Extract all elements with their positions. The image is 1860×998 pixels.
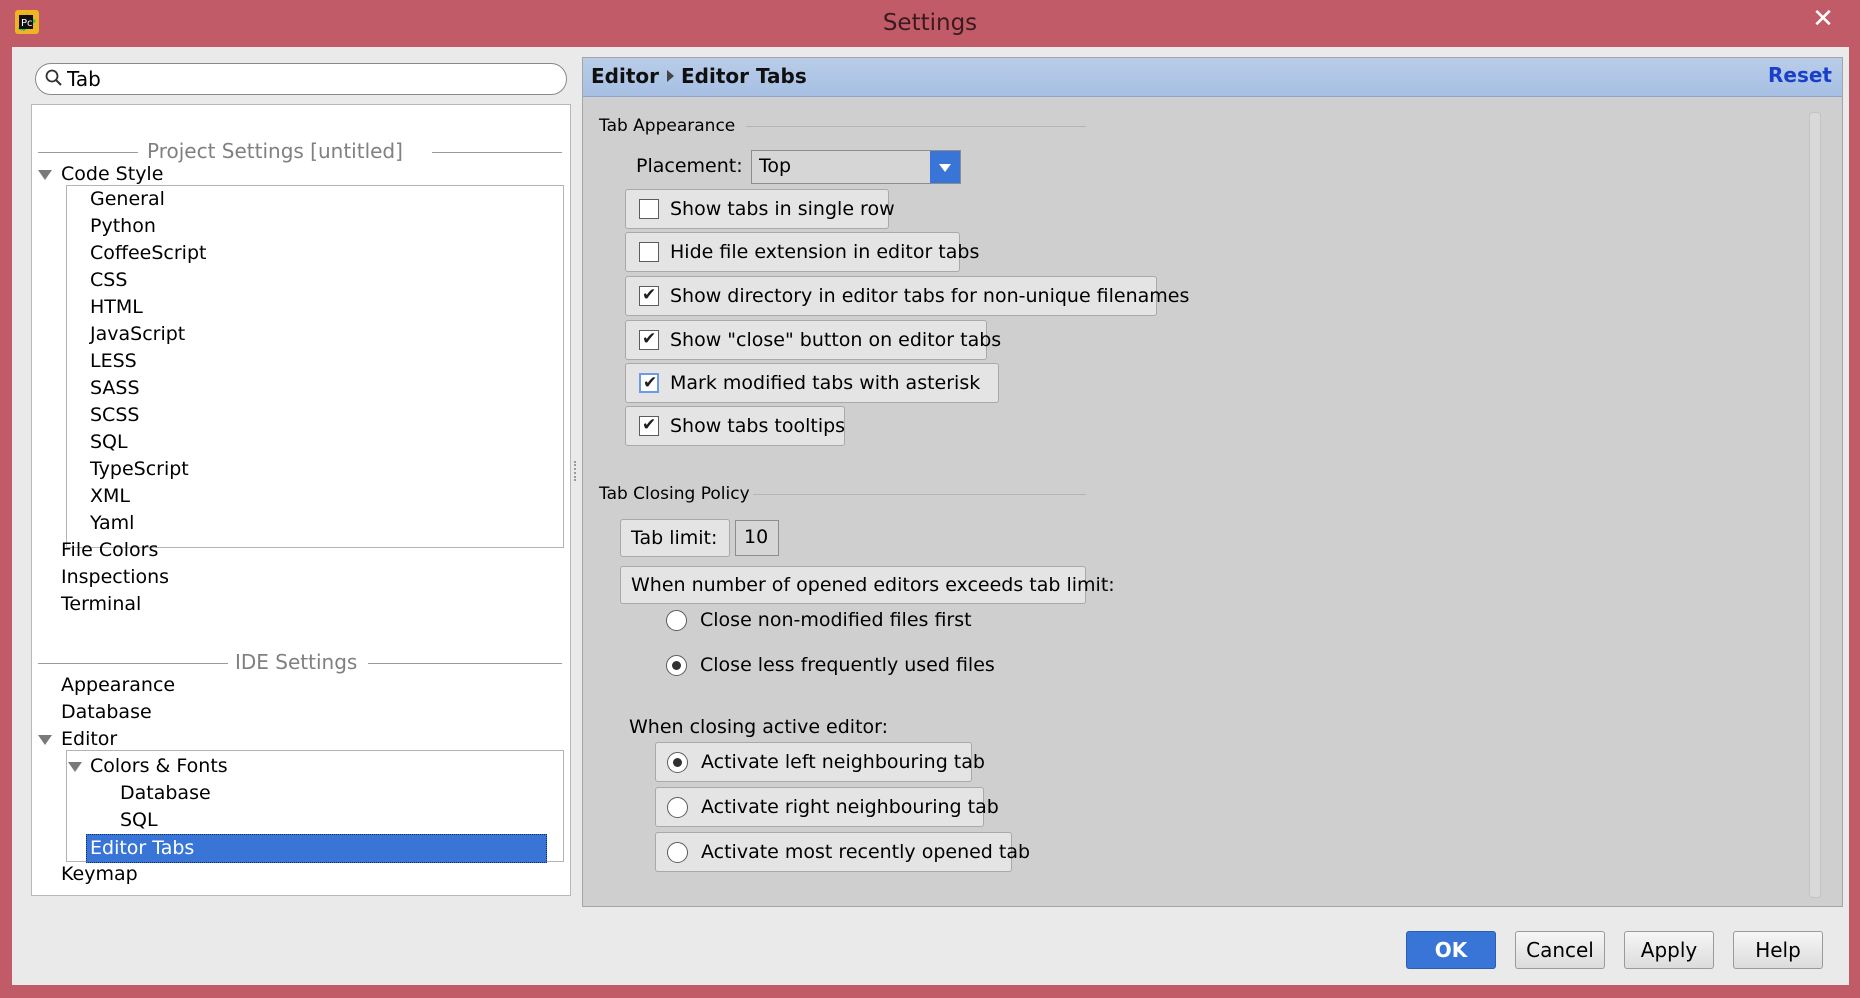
tab-limit-input[interactable]: 10 (735, 520, 779, 556)
expand-arrow-icon[interactable] (38, 735, 52, 745)
settings-tree: Project Settings [untitled] Code Style G… (31, 104, 571, 896)
settings-search[interactable] (35, 63, 567, 95)
cancel-button[interactable]: Cancel (1515, 931, 1605, 969)
tree-item-python[interactable]: Python (90, 213, 156, 240)
label-close-non-modified[interactable]: Close non-modified files first (700, 609, 972, 631)
checkbox-close-button[interactable]: ✔ (639, 330, 659, 350)
option-show-directory[interactable]: ✔ Show directory in editor tabs for non-… (625, 276, 1189, 316)
tree-item-sql[interactable]: SQL (90, 429, 128, 456)
label-show-directory: Show directory in editor tabs for non-un… (670, 285, 1190, 307)
label-close-button: Show "close" button on editor tabs (670, 329, 1002, 351)
expand-arrow-icon[interactable] (38, 170, 52, 180)
tree-item-yaml[interactable]: Yaml (90, 510, 134, 537)
breadcrumb-arrow-icon (667, 70, 674, 82)
tree-item-coffeescript[interactable]: CoffeeScript (90, 240, 206, 267)
tree-item-editor-tabs[interactable]: Editor Tabs (86, 834, 547, 863)
label-mark-modified: Mark modified tabs with asterisk (670, 372, 981, 394)
tree-item-cf-sql[interactable]: SQL (120, 807, 158, 834)
radio-close-non-modified[interactable] (666, 610, 687, 631)
tab-limit-label-box: Tab limit: (620, 519, 730, 557)
label-activate-right: Activate right neighbouring tab (701, 796, 999, 818)
option-activate-recent[interactable]: Activate most recently opened tab (655, 832, 1030, 872)
tree-item-xml[interactable]: XML (90, 483, 130, 510)
ok-button[interactable]: OK (1406, 931, 1496, 969)
tree-item-colors-fonts[interactable]: Colors & Fonts (90, 753, 228, 780)
tree-item-javascript[interactable]: JavaScript (90, 321, 185, 348)
checkbox-show-directory[interactable]: ✔ (639, 286, 659, 306)
panel-scrollbar[interactable] (1809, 112, 1821, 898)
checkbox-mark-modified[interactable]: ✔ (639, 373, 659, 393)
reset-link[interactable]: Reset (1768, 63, 1832, 87)
placement-label: Placement: (636, 155, 743, 177)
title-bar: Pc Settings ✕ (0, 0, 1860, 47)
search-icon (45, 69, 62, 86)
ide-settings-header: IDE Settings (235, 650, 358, 674)
tab-limit-value: 10 (744, 526, 769, 548)
panel-header: Editor Editor Tabs Reset (583, 58, 1842, 97)
tree-item-terminal[interactable]: Terminal (61, 591, 141, 618)
splitter-handle[interactable] (574, 461, 580, 481)
label-activate-recent: Activate most recently opened tab (701, 841, 1031, 863)
tab-closing-policy-title: Tab Closing Policy (599, 484, 750, 504)
placement-dropdown[interactable]: Top (751, 150, 961, 184)
tree-item-css[interactable]: CSS (90, 267, 127, 294)
tree-item-html[interactable]: HTML (90, 294, 143, 321)
label-single-row: Show tabs in single row (670, 198, 895, 220)
tree-item-typescript[interactable]: TypeScript (90, 456, 189, 483)
label-tooltips: Show tabs tooltips (670, 415, 846, 437)
tree-item-cf-database[interactable]: Database (120, 780, 211, 807)
tree-item-appearance[interactable]: Appearance (61, 672, 175, 699)
label-hide-extension: Hide file extension in editor tabs (670, 241, 980, 263)
option-hide-extension[interactable]: Hide file extension in editor tabs (625, 232, 979, 272)
label-close-less-frequent[interactable]: Close less frequently used files (700, 654, 995, 676)
checkbox-single-row[interactable] (639, 199, 659, 219)
option-mark-modified[interactable]: ✔ Mark modified tabs with asterisk (625, 363, 999, 403)
radio-activate-right[interactable] (667, 797, 688, 818)
tree-item-general[interactable]: General (90, 186, 165, 213)
option-close-button[interactable]: ✔ Show "close" button on editor tabs (625, 320, 1001, 360)
close-window-button[interactable]: ✕ (1800, 4, 1846, 34)
tree-item-code-style[interactable]: Code Style (61, 161, 163, 188)
editor-tabs-panel: Editor Editor Tabs Reset Tab Appearance P… (582, 57, 1843, 907)
tree-item-scss[interactable]: SCSS (90, 402, 139, 429)
label-activate-left: Activate left neighbouring tab (701, 751, 985, 773)
radio-close-less-frequent[interactable] (666, 655, 687, 676)
tree-item-less[interactable]: LESS (90, 348, 137, 375)
option-tooltips[interactable]: ✔ Show tabs tooltips (625, 406, 845, 446)
chevron-down-icon[interactable] (930, 151, 960, 183)
exceeds-label-box: When number of opened editors exceeds ta… (620, 566, 1115, 604)
tree-item-editor[interactable]: Editor (61, 726, 117, 753)
tree-item-database[interactable]: Database (61, 699, 152, 726)
breadcrumb-editor: Editor (591, 64, 659, 88)
help-button[interactable]: Help (1733, 931, 1823, 969)
tab-appearance-title: Tab Appearance (599, 116, 736, 136)
radio-activate-left[interactable] (667, 752, 688, 773)
exceeds-label: When number of opened editors exceeds ta… (631, 574, 1115, 596)
window-title: Settings (882, 10, 978, 36)
option-activate-right[interactable]: Activate right neighbouring tab (655, 787, 999, 827)
option-single-row[interactable]: Show tabs in single row (625, 189, 895, 229)
checkbox-tooltips[interactable]: ✔ (639, 416, 659, 436)
option-activate-left[interactable]: Activate left neighbouring tab (655, 742, 985, 782)
closing-active-label: When closing active editor: (629, 716, 889, 738)
settings-dialog: Project Settings [untitled] Code Style G… (12, 47, 1849, 985)
breadcrumb: Editor Editor Tabs (591, 64, 807, 88)
tree-item-keymap[interactable]: Keymap (61, 861, 138, 888)
group-divider (746, 126, 1086, 127)
placement-value: Top (759, 155, 792, 177)
breadcrumb-editor-tabs: Editor Tabs (681, 64, 807, 88)
tree-item-sass[interactable]: SASS (90, 375, 140, 402)
expand-arrow-icon[interactable] (68, 762, 82, 772)
apply-button[interactable]: Apply (1624, 931, 1714, 969)
group-divider (753, 494, 1086, 495)
tab-limit-label: Tab limit: (631, 527, 718, 549)
checkbox-hide-extension[interactable] (639, 242, 659, 262)
search-input[interactable] (67, 66, 547, 91)
tree-item-inspections[interactable]: Inspections (61, 564, 169, 591)
tree-item-file-colors[interactable]: File Colors (61, 537, 158, 564)
project-settings-header: Project Settings [untitled] (147, 139, 403, 163)
radio-activate-recent[interactable] (667, 842, 688, 863)
